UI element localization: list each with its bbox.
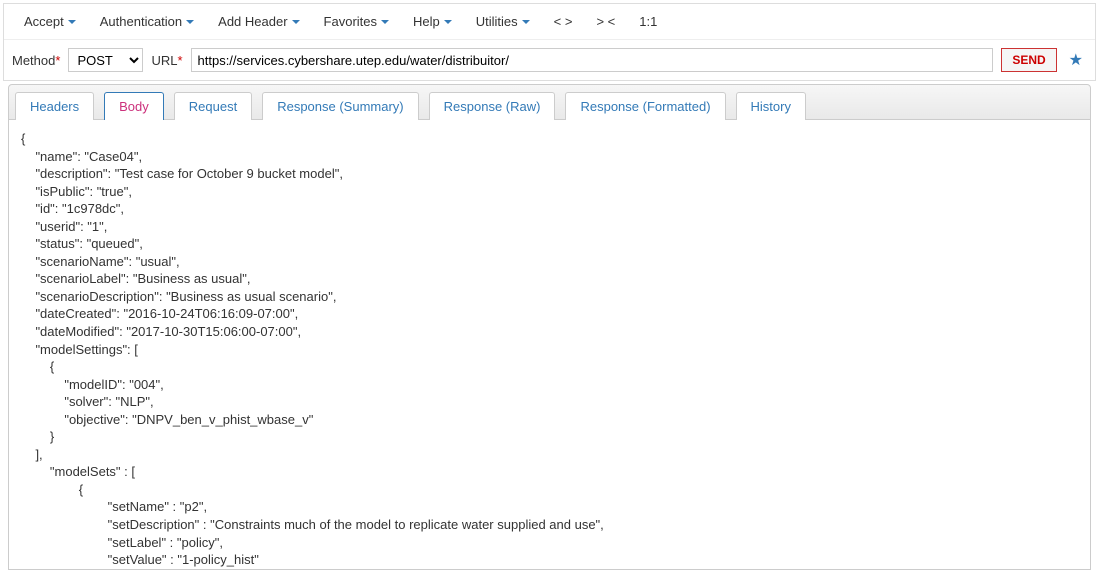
favorite-star-icon[interactable]: ★ [1065, 50, 1087, 70]
menu-authentication[interactable]: Authentication [88, 8, 206, 35]
ratio-button[interactable]: 1:1 [627, 8, 669, 35]
caret-down-icon [381, 20, 389, 24]
tab-bar: Headers Body Request Response (Summary) … [8, 84, 1091, 120]
tab-response-raw[interactable]: Response (Raw) [429, 92, 556, 120]
tab-headers[interactable]: Headers [15, 92, 94, 120]
menu-authentication-label: Authentication [100, 14, 182, 29]
tab-body[interactable]: Body [104, 92, 164, 120]
menubar: Accept Authentication Add Header Favorit… [4, 4, 1095, 40]
menu-add-header[interactable]: Add Header [206, 8, 311, 35]
tab-response-summary[interactable]: Response (Summary) [262, 92, 418, 120]
menu-utilities[interactable]: Utilities [464, 8, 542, 35]
url-input[interactable] [191, 48, 994, 72]
tab-response-formatted[interactable]: Response (Formatted) [565, 92, 725, 120]
send-button[interactable]: SEND [1001, 48, 1056, 72]
caret-down-icon [522, 20, 530, 24]
menu-favorites[interactable]: Favorites [312, 8, 401, 35]
body-editor[interactable]: { "name": "Case04", "description": "Test… [8, 120, 1091, 570]
menu-utilities-label: Utilities [476, 14, 518, 29]
menu-add-header-label: Add Header [218, 14, 287, 29]
menu-accept[interactable]: Accept [12, 8, 88, 35]
nav-back-button[interactable]: < > [542, 8, 585, 35]
nav-forward-button[interactable]: > < [584, 8, 627, 35]
caret-down-icon [444, 20, 452, 24]
caret-down-icon [292, 20, 300, 24]
caret-down-icon [186, 20, 194, 24]
url-label: URL* [151, 53, 182, 68]
caret-down-icon [68, 20, 76, 24]
method-label: Method* [12, 53, 60, 68]
menu-favorites-label: Favorites [324, 14, 377, 29]
request-row: Method* POST URL* SEND ★ [4, 40, 1095, 80]
tab-request[interactable]: Request [174, 92, 252, 120]
menu-help-label: Help [413, 14, 440, 29]
method-select[interactable]: POST [68, 48, 143, 72]
menu-help[interactable]: Help [401, 8, 464, 35]
menu-accept-label: Accept [24, 14, 64, 29]
tab-history[interactable]: History [736, 92, 806, 120]
